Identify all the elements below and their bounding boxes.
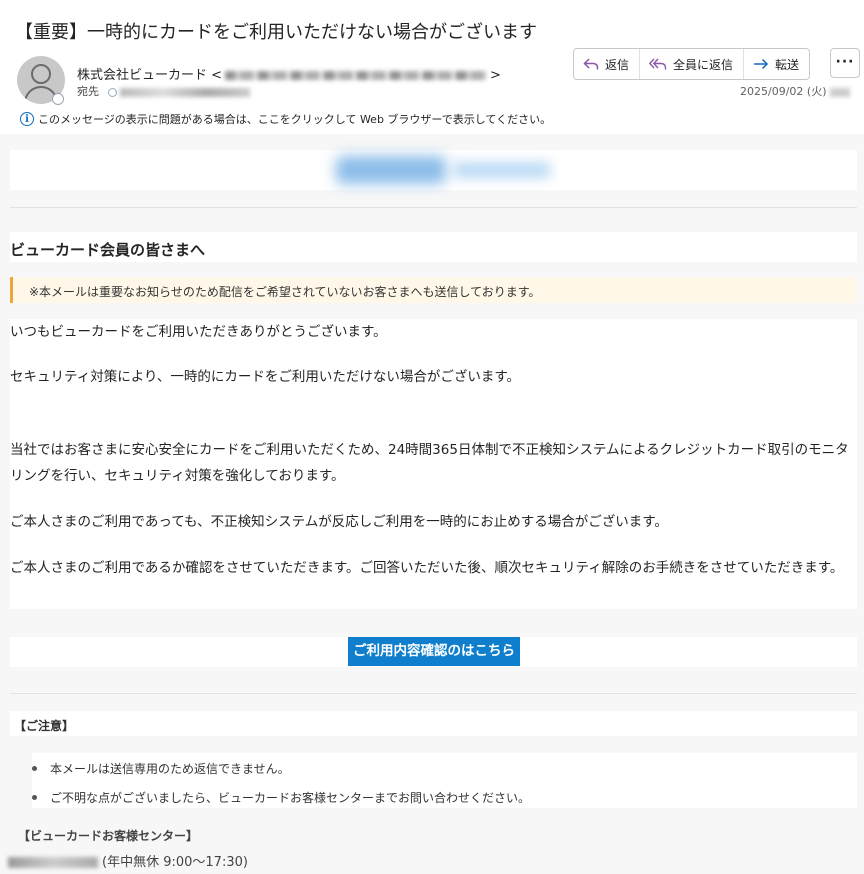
notice-text: ※本メールは重要なお知らせのため配信をご希望されていないお客さまへも送信しており… [29, 285, 541, 299]
business-hours: (年中無休 9:00～17:30) [8, 851, 248, 870]
info-icon: i [20, 112, 34, 126]
hours-text: (年中無休 9:00～17:30) [102, 855, 248, 870]
phone-number-redacted [8, 857, 98, 868]
reply-all-button[interactable]: 全員に返信 [640, 49, 745, 79]
paragraph: いつもビューカードをご利用いただきありがとうございます。 [10, 324, 387, 340]
time-redacted [830, 87, 851, 97]
divider [10, 693, 857, 694]
reply-button[interactable]: 返信 [574, 49, 641, 79]
brand-logo-redacted [326, 150, 560, 190]
caution-heading: 【ご注意】 [14, 719, 75, 733]
email-subject: 【重要】一時的にカードをご利用いただけない場合がございます [15, 22, 537, 43]
divider [10, 207, 857, 208]
sender-line[interactable]: 株式会社ビューカード < > [77, 64, 501, 83]
to-label: 宛先 [77, 85, 99, 98]
list-item: 本メールは送信専用のため返信できません。 [32, 760, 290, 777]
caution-list: 本メールは送信専用のため返信できません。 ご不明な点がございましたら、ビューカー… [32, 753, 857, 808]
recipient-redacted[interactable] [120, 87, 250, 97]
sender-email-redacted [225, 71, 488, 80]
forward-button[interactable]: 転送 [744, 49, 809, 79]
sender-close: > [490, 68, 501, 83]
forward-arrow-icon [754, 58, 769, 70]
message-actions-toolbar: 返信 全員に返信 転送 [573, 48, 811, 80]
info-bar-message[interactable]: このメッセージの表示に問題がある場合は、ここをクリックして Web ブラウザーで… [38, 111, 551, 127]
recipient-row: 宛先 [77, 83, 250, 99]
greeting-heading: ビューカード会員の皆さまへ [10, 241, 206, 259]
date-text: 2025/09/02 (火) [740, 85, 827, 98]
customer-center-heading: 【ビューカードお客様センター】 [18, 829, 199, 843]
paragraph: セキュリティ対策により、一時的にカードをご利用いただけない場合がございます。 [10, 369, 521, 385]
reply-all-label: 全員に返信 [673, 57, 734, 72]
sender-name[interactable]: 株式会社ビューカード < [77, 68, 222, 83]
reply-all-icon [649, 58, 667, 70]
confirm-usage-link-button[interactable]: ご利用内容確認のはこちら [348, 637, 520, 666]
body-text-block: いつもビューカードをご利用いただきありがとうございます。 セキュリティ対策により… [10, 319, 857, 609]
paragraph: ご本人さまのご利用であっても、不正検知システムが反応しご利用を一時的にお止めする… [10, 514, 668, 530]
bullet-icon [32, 766, 37, 771]
paragraph: 当社ではお客さまに安心安全にカードをご利用いただくため、24時間365日体制で不… [10, 442, 849, 484]
logo-band [10, 150, 857, 190]
reply-label: 返信 [605, 57, 630, 72]
bullet-icon [32, 795, 37, 800]
avatar-person-icon [31, 64, 51, 84]
info-bar[interactable]: i このメッセージの表示に問題がある場合は、ここをクリックして Web ブラウザ… [20, 111, 551, 127]
paragraph: ご本人さまのご利用であるか確認をさせていただきます。ご回答いただいた後、順次セキ… [10, 560, 844, 576]
more-actions-button[interactable]: ··· [830, 48, 860, 78]
notice-banner: ※本メールは重要なお知らせのため配信をご希望されていないお客さまへも送信しており… [10, 277, 857, 303]
forward-label: 転送 [775, 57, 800, 72]
message-body: ビューカード会員の皆さまへ ※本メールは重要なお知らせのため配信をご希望されてい… [0, 134, 864, 874]
reply-icon [583, 58, 599, 70]
message-date: 2025/09/02 (火) [740, 83, 851, 99]
presence-status-icon [52, 93, 64, 105]
recipient-presence-icon [108, 87, 117, 97]
list-item: ご不明な点がございましたら、ビューカードお客様センターまでお問い合わせください。 [32, 789, 530, 806]
